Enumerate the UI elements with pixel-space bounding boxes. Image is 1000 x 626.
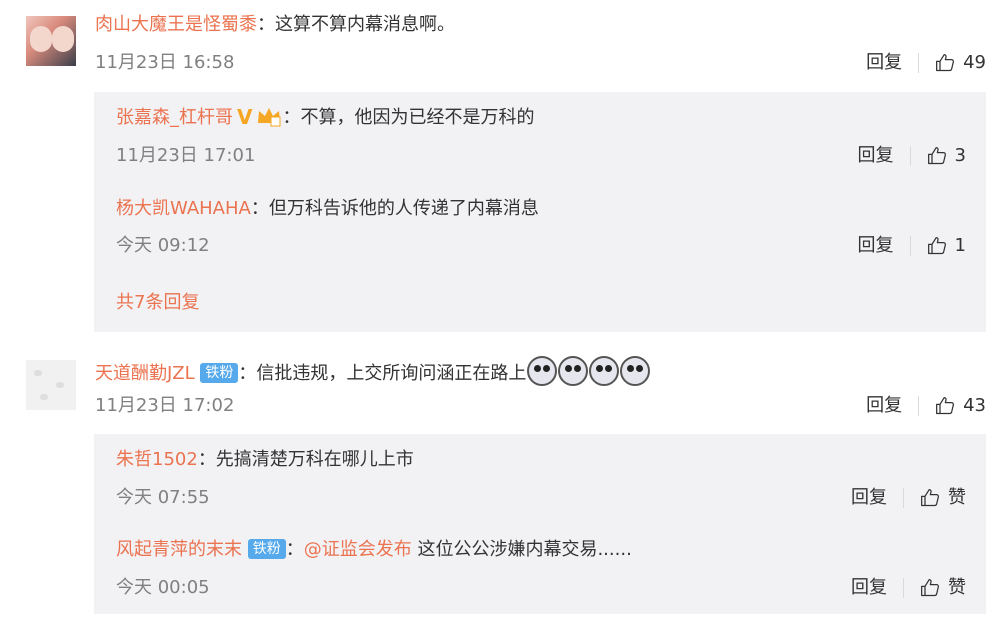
reply-button[interactable]: 回复 (851, 575, 887, 601)
reply-line: 张嘉森_杠杆哥 V ：不算，他因为已经不是万科的 (116, 104, 534, 131)
reply-author[interactable]: 张嘉森_杠杆哥 (116, 107, 233, 128)
divider (918, 396, 920, 416)
reply-box: 朱哲1502：先搞清楚万科在哪儿上市 今天 07:55 回复 赞 风起青萍的末末… (94, 434, 986, 614)
fan-badge[interactable]: 铁粉 (247, 539, 286, 559)
comment-author[interactable]: 天道酬勤JZL (95, 363, 195, 384)
reply-text: ：不算，他因为已经不是万科的 (282, 107, 535, 128)
reply-time: 今天 00:05 (116, 577, 210, 598)
divider (918, 53, 920, 73)
reply-author[interactable]: 风起青萍的末末 (116, 539, 242, 560)
thumbs-up-icon[interactable] (920, 488, 940, 508)
like-count[interactable]: 49 (963, 50, 986, 76)
reply-time: 11月23日 17:01 (116, 145, 256, 166)
like-count[interactable]: 3 (955, 143, 966, 169)
thumbs-up-icon[interactable] (920, 578, 940, 598)
thumbs-up-icon[interactable] (927, 236, 947, 256)
reply-actions: 回复 1 (858, 233, 966, 259)
reply-button[interactable]: 回复 (858, 233, 894, 259)
reply-text: ：但万科告诉他的人传递了内幕消息 (250, 198, 539, 219)
reply-line: 杨大凯WAHAHA：但万科告诉他的人传递了内幕消息 (116, 196, 539, 222)
reply-time: 今天 07:55 (116, 487, 210, 508)
comment-actions: 回复 49 (866, 50, 986, 76)
reply-button[interactable]: 回复 (866, 50, 902, 76)
comment-text: ：这算不算内幕消息啊。 (257, 14, 455, 35)
doge-emoji-icon (527, 356, 558, 386)
crown-icon (258, 108, 281, 127)
avatar[interactable] (26, 360, 76, 410)
reply-box: 张嘉森_杠杆哥 V ：不算，他因为已经不是万科的 11月23日 17:01 回复 3… (94, 92, 986, 332)
thumbs-up-icon[interactable] (927, 146, 947, 166)
like-count[interactable]: 43 (963, 393, 986, 419)
avatar[interactable] (26, 16, 76, 66)
reply-actions: 回复 赞 (851, 485, 966, 511)
comment-time: 11月23日 17:02 (95, 395, 235, 416)
reply-button[interactable]: 回复 (858, 143, 894, 169)
divider (903, 488, 904, 508)
doge-emoji-icon (589, 356, 620, 386)
comment-time: 11月23日 16:58 (95, 52, 235, 73)
reply-separator: ： (285, 539, 304, 560)
reply-actions: 回复 3 (858, 143, 966, 169)
reply-author[interactable]: 杨大凯WAHAHA (116, 198, 251, 219)
comment-line: 天道酬勤JZL 铁粉 ：信批违规，上交所询问涵正在路上 (95, 356, 651, 387)
comment-actions: 回复 43 (866, 393, 986, 419)
divider (909, 146, 911, 166)
fan-badge[interactable]: 铁粉 (200, 363, 239, 383)
reply-text: ：先搞清楚万科在哪儿上市 (197, 449, 414, 470)
reply-line: 风起青萍的末末 铁粉 ：@证监会发布 这位公公涉嫌内幕交易...... (116, 537, 632, 563)
reply-actions: 回复 赞 (851, 575, 966, 601)
reply-line: 朱哲1502：先搞清楚万科在哪儿上市 (116, 447, 414, 473)
divider (909, 236, 911, 256)
verified-badge: V (237, 105, 253, 129)
mention-link[interactable]: @证监会发布 (304, 539, 412, 560)
like-button[interactable]: 赞 (948, 485, 966, 511)
doge-emoji-icon (620, 356, 651, 386)
more-replies-link[interactable]: 共7条回复 (116, 290, 199, 316)
thumbs-up-icon[interactable] (935, 53, 955, 73)
comment-author[interactable]: 肉山大魔王是怪蜀黍 (95, 14, 257, 35)
reply-text: 这位公公涉嫌内幕交易...... (411, 539, 632, 560)
thumbs-up-icon[interactable] (935, 396, 955, 416)
like-count[interactable]: 1 (955, 233, 966, 259)
reply-author[interactable]: 朱哲1502 (116, 449, 198, 470)
divider (903, 578, 904, 598)
like-button[interactable]: 赞 (948, 575, 966, 601)
doge-emoji-icon (558, 356, 589, 386)
reply-button[interactable]: 回复 (866, 393, 902, 419)
reply-time: 今天 09:12 (116, 235, 210, 256)
comment-text: ：信批违规，上交所询问涵正在路上 (238, 363, 527, 384)
comment-line: 肉山大魔王是怪蜀黍：这算不算内幕消息啊。 (95, 12, 455, 38)
reply-button[interactable]: 回复 (851, 485, 887, 511)
